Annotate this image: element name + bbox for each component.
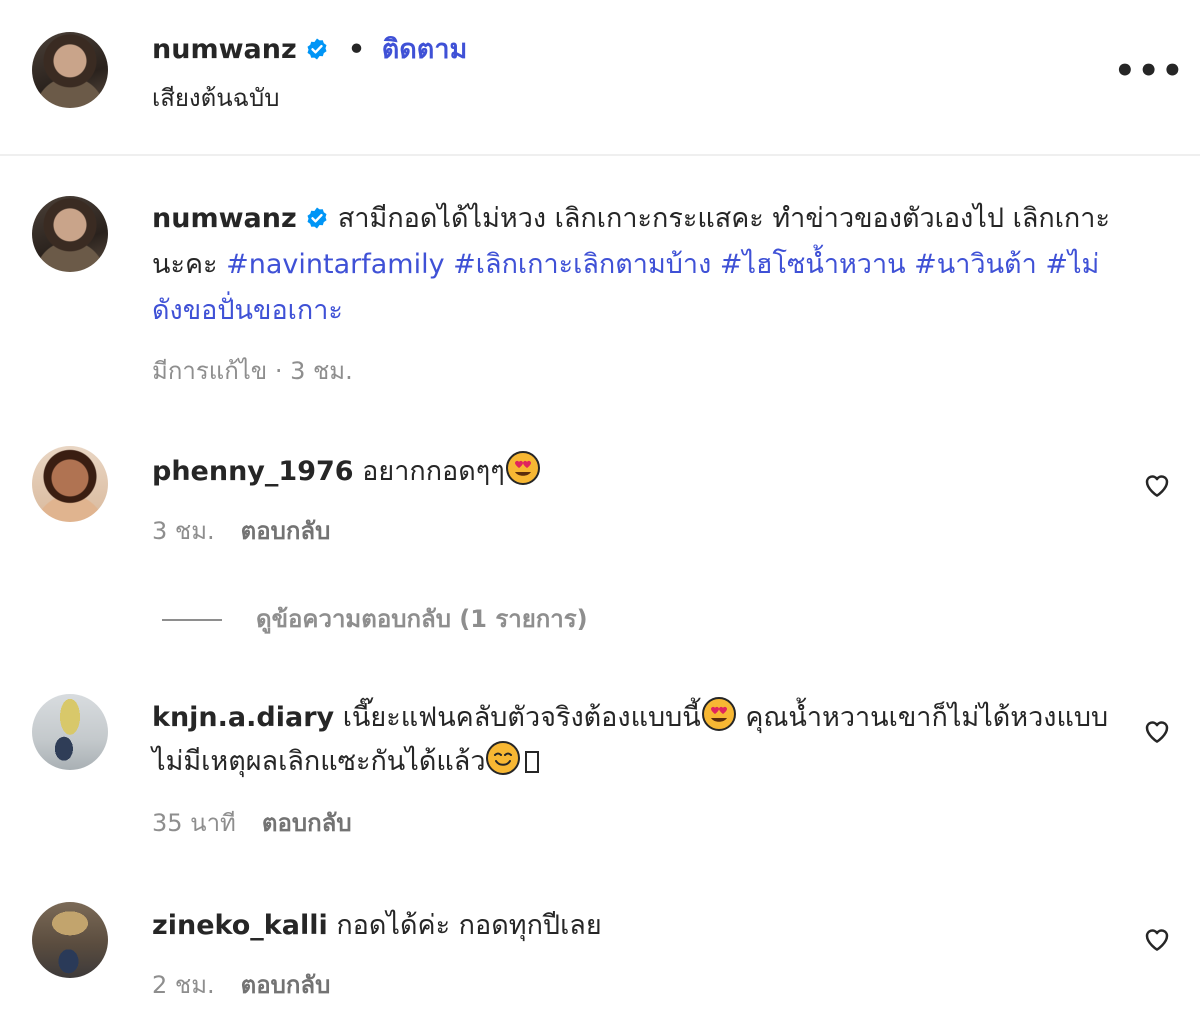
hashtag-link[interactable]: #นาวินต้า	[914, 249, 1037, 280]
comment-meta: 2 ชม. ตอบกลับ	[152, 970, 330, 1000]
hashtag-link[interactable]: #ไฮโซน้ำหวาน	[720, 249, 906, 280]
heart-eyes-emoji	[701, 697, 736, 731]
audio-label[interactable]: เสียงต้นฉบับ	[152, 82, 279, 114]
heart-icon[interactable]	[1142, 470, 1172, 500]
post-header: numwanz • ติดตาม เสียงต้นฉบับ •••	[0, 0, 1200, 156]
verified-badge-icon	[307, 38, 327, 60]
unrendered-glyph-box	[525, 751, 540, 773]
verified-badge-icon	[307, 207, 327, 229]
comment-text: อยากกอดๆๆ	[362, 456, 505, 487]
view-replies-button[interactable]: ดูข้อความตอบกลับ (1 รายการ)	[162, 602, 588, 636]
owner-username[interactable]: numwanz	[152, 34, 297, 65]
comment-time: 2 ชม.	[152, 971, 215, 999]
commenter-avatar[interactable]	[32, 902, 108, 978]
comment-body: zineko_kalli กอดได้ค่ะ กอดทุกปีเลย	[152, 904, 1112, 948]
comment-username[interactable]: knjn.a.diary	[152, 702, 334, 733]
follow-button[interactable]: ติดตาม	[382, 34, 468, 65]
commenter-avatar[interactable]	[32, 694, 108, 770]
owner-avatar[interactable]	[32, 32, 108, 108]
reply-button[interactable]: ตอบกลับ	[241, 971, 331, 999]
comment-text: กอดได้ค่ะ กอดทุกปีเลย	[336, 910, 602, 941]
hashtag-link[interactable]: #navintarfamily	[226, 249, 444, 280]
view-replies-label: ดูข้อความตอบกลับ (1 รายการ)	[256, 605, 588, 633]
owner-line: numwanz • ติดตาม	[152, 32, 467, 68]
comment-body: phenny_1976 อยากกอดๆๆ	[152, 450, 1112, 494]
comment-time: 35 นาที	[152, 809, 236, 837]
more-options-icon[interactable]: •••	[1114, 54, 1185, 88]
comment-meta: 35 นาที ตอบกลับ	[152, 808, 352, 838]
comment-text: เนี๊ยะแฟนคลับตัวจริงต้องแบบนี้	[342, 702, 701, 733]
hashtag-link[interactable]: #เลิกเกาะเลิกตามบ้าง	[453, 249, 711, 280]
comment-username[interactable]: phenny_1976	[152, 456, 354, 487]
heart-icon[interactable]	[1142, 716, 1172, 746]
reply-button[interactable]: ตอบกลับ	[262, 809, 352, 837]
comment-body: knjn.a.diary เนี๊ยะแฟนคลับตัวจริงต้องแบบ…	[152, 696, 1112, 784]
heart-icon[interactable]	[1142, 924, 1172, 954]
comment-meta: 3 ชม. ตอบกลับ	[152, 516, 330, 546]
comment-time: 3 ชม.	[152, 517, 215, 545]
smiling-emoji	[486, 741, 521, 775]
caption-avatar[interactable]	[32, 196, 108, 272]
reply-button[interactable]: ตอบกลับ	[241, 517, 331, 545]
commenter-avatar[interactable]	[32, 446, 108, 522]
heart-eyes-emoji	[505, 451, 540, 485]
post-caption: numwanz สามีกอดได้ไม่หวง เลิกเกาะกระแสคะ…	[152, 196, 1112, 334]
replies-divider-line	[162, 619, 222, 621]
caption-username[interactable]: numwanz	[152, 203, 297, 234]
comment-username[interactable]: zineko_kalli	[152, 910, 328, 941]
caption-meta: มีการแก้ไข · 3 ชม.	[152, 357, 353, 385]
separator-dot: •	[347, 34, 366, 65]
